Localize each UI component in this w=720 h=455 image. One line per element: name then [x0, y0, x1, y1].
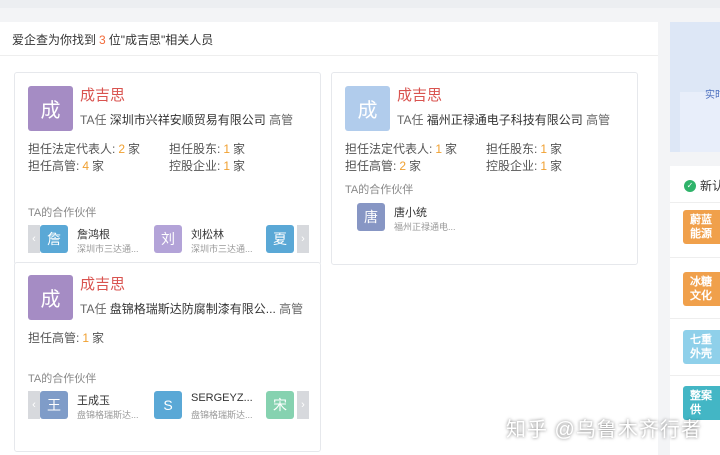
new-companies-panel: ✓ 新认 蔚蓝 能源 冰糖 文化 七重 外壳 整案供 [670, 166, 720, 455]
results-panel: 爱企查为你找到 3 位"成吉思"相关人员 成 成吉思 TA任 深圳市兴祥安顺贸易有限… [0, 22, 658, 455]
company-link[interactable]: 深圳市兴祥安顺贸易有限公司 [110, 113, 266, 127]
partner-company: 深圳市三达通... [77, 244, 139, 254]
stat-shareholder[interactable]: 担任股东: 1 家 [169, 140, 245, 157]
partner-avatar: 刘 [154, 225, 182, 253]
panel-header: ✓ 新认 [684, 177, 720, 194]
person-card[interactable]: 成 成吉思 TA任 福州正禄通电子科技有限公司 高管 担任法定代表人: 1 家 担任… [331, 72, 638, 265]
scroll-left-button[interactable]: ‹ [28, 391, 40, 419]
partner-item[interactable]: 刘 刘松林 深圳市三达通... [154, 225, 264, 257]
stat-legal-rep[interactable]: 担任法定代表人: 2 家 [28, 140, 140, 157]
divider [670, 257, 720, 258]
partner-name: SERGEYZ... [191, 392, 253, 404]
person-role: TA任 福州正禄通电子科技有限公司 高管 [397, 113, 611, 127]
stat-executive[interactable]: 担任高管: 2 家 [345, 157, 421, 174]
company-logo-tile[interactable]: 冰糖 文化 [683, 272, 720, 306]
partner-avatar: 王 [40, 391, 68, 419]
stat-holding[interactable]: 控股企业: 1 家 [486, 157, 562, 174]
results-summary: 爱企查为你找到 3 位"成吉思"相关人员 [12, 33, 214, 47]
scroll-right-button[interactable]: › [297, 225, 309, 253]
banner-graphic [680, 92, 720, 152]
stat-executive[interactable]: 担任高管: 4 家 [28, 157, 104, 174]
person-role: TA任 深圳市兴祥安顺贸易有限公司 高管 [80, 113, 294, 127]
partners-title: TA的合作伙伴 [28, 207, 97, 219]
stat-shareholder[interactable]: 担任股东: 1 家 [486, 140, 562, 157]
partner-name: 刘松林 [191, 229, 224, 241]
partner-name: 詹鸿根 [77, 229, 110, 241]
divider [0, 55, 658, 56]
company-logo-tile[interactable]: 七重 外壳 [683, 330, 720, 364]
company-logo-tile[interactable]: 蔚蓝 能源 [683, 210, 720, 244]
partner-avatar: 唐 [357, 203, 385, 231]
company-link[interactable]: 盘锦格瑞斯达防腐制漆有限公... [110, 302, 276, 316]
person-card[interactable]: 成 成吉思 TA任 盘锦格瑞斯达防腐制漆有限公... 高管 担任高管: 1 家 TA… [14, 262, 321, 452]
partner-avatar: 宋 [266, 391, 294, 419]
partner-name: 唐小统 [394, 207, 427, 219]
divider [670, 318, 720, 319]
partner-item[interactable]: 夏 [266, 225, 296, 257]
partner-name: 王成玉 [77, 395, 110, 407]
company-link[interactable]: 福州正禄通电子科技有限公司 [427, 113, 583, 127]
results-count: 3 [99, 33, 106, 47]
avatar: 成 [28, 275, 73, 320]
scroll-left-button[interactable]: ‹ [28, 225, 40, 253]
avatar: 成 [345, 86, 390, 131]
panel-title: 新认 [700, 179, 720, 193]
partner-company: 深圳市三达通... [191, 244, 253, 254]
stat-holding[interactable]: 控股企业: 1 家 [169, 157, 245, 174]
partner-avatar: S [154, 391, 182, 419]
scroll-right-button[interactable]: › [297, 391, 309, 419]
person-name-link[interactable]: 成吉思 [80, 84, 125, 105]
partner-item[interactable]: 宋 [266, 391, 296, 423]
stat-executive[interactable]: 担任高管: 1 家 [28, 329, 104, 346]
stat-legal-rep[interactable]: 担任法定代表人: 1 家 [345, 140, 457, 157]
partner-item[interactable]: 唐 唐小统 福州正禄通电... [357, 203, 467, 235]
avatar: 成 [28, 86, 73, 131]
partner-item[interactable]: 詹 詹鸿根 深圳市三达通... [40, 225, 150, 257]
partner-list: ‹ 詹 詹鸿根 深圳市三达通... 刘 刘松林 深圳市三达通... 夏 › [28, 225, 309, 257]
person-card[interactable]: 成 成吉思 TA任 深圳市兴祥安顺贸易有限公司 高管 担任法定代表人: 2 家 担任… [14, 72, 321, 265]
person-name-link[interactable]: 成吉思 [80, 273, 125, 294]
partner-company: 福州正禄通电... [394, 222, 456, 232]
partners-title: TA的合作伙伴 [345, 184, 414, 196]
person-role: TA任 盘锦格瑞斯达防腐制漆有限公... 高管 [80, 302, 304, 316]
divider [670, 202, 720, 203]
ad-banner[interactable]: 实时 [670, 22, 720, 152]
partner-list: ‹ 王 王成玉 盘锦格瑞斯达... S SERGEYZ... 盘锦格瑞斯达...… [28, 391, 309, 423]
check-circle-icon: ✓ [684, 179, 696, 192]
partner-company: 盘锦格瑞斯达... [191, 410, 253, 420]
watermark: 知乎 @乌鲁木齐行者 [506, 419, 702, 441]
partner-item[interactable]: 王 王成玉 盘锦格瑞斯达... [40, 391, 150, 423]
partner-list: 唐 唐小统 福州正禄通电... [357, 203, 507, 235]
partner-avatar: 詹 [40, 225, 68, 253]
partner-company: 盘锦格瑞斯达... [77, 410, 139, 420]
top-bar [0, 0, 720, 8]
divider [670, 375, 720, 376]
partner-avatar: 夏 [266, 225, 294, 253]
ad-text: 实时 [705, 90, 720, 101]
partner-item[interactable]: S SERGEYZ... 盘锦格瑞斯达... [154, 391, 264, 423]
partners-title: TA的合作伙伴 [28, 373, 97, 385]
person-name-link[interactable]: 成吉思 [397, 84, 442, 105]
